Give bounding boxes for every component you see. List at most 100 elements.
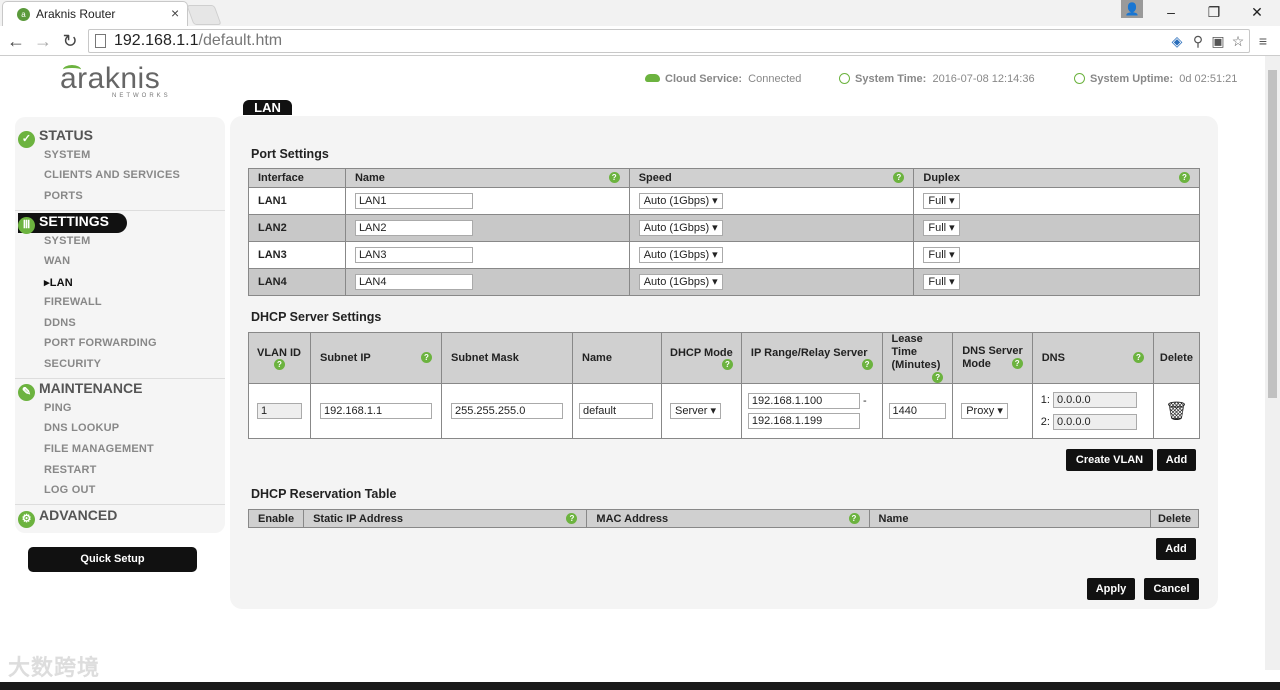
clock-icon xyxy=(839,73,850,84)
gear-icon: ⚙ xyxy=(18,511,35,528)
forward-icon[interactable]: → xyxy=(32,30,54,52)
column-header-subnet-mask: Subnet Mask xyxy=(441,332,573,384)
bookmark-star-icon[interactable]: ☆ xyxy=(1229,32,1247,50)
column-header-delete: Delete xyxy=(1152,332,1201,384)
sidebar-item-security[interactable]: SECURITY xyxy=(44,358,101,370)
help-icon[interactable]: ? xyxy=(1179,172,1190,183)
sidebar-item-ddns[interactable]: DDNS xyxy=(44,317,76,329)
help-icon[interactable]: ? xyxy=(1132,352,1144,363)
sidebar-item-label: LAN xyxy=(49,277,73,289)
sidebar-item-status-system[interactable]: SYSTEM xyxy=(44,149,90,161)
column-header-lease-time: Lease Time (Minutes)? xyxy=(881,332,954,384)
port-name-input[interactable]: LAN1 xyxy=(354,193,473,209)
sidebar-section-settings[interactable]: Ⅲ SETTINGS xyxy=(18,213,128,234)
help-icon[interactable]: ? xyxy=(1011,358,1023,369)
table-row: LAN4 LAN4 Auto (1Gbps) ▾ Full ▾ xyxy=(248,268,1200,296)
dns1-input[interactable]: 0.0.0.0 xyxy=(1052,392,1137,409)
cancel-button[interactable]: Cancel xyxy=(1144,578,1199,600)
apply-button[interactable]: Apply xyxy=(1087,578,1135,600)
duplex-select[interactable]: Full ▾ xyxy=(923,247,960,263)
create-vlan-button[interactable]: Create VLAN xyxy=(1066,449,1153,471)
port-name-input[interactable]: LAN3 xyxy=(354,247,473,263)
vlan-id-input[interactable]: 1 xyxy=(257,403,302,419)
sidebar-item-restart[interactable]: RESTART xyxy=(44,464,97,476)
back-icon[interactable]: ← xyxy=(5,30,27,52)
maximize-icon[interactable]: ❐ xyxy=(1199,2,1229,22)
help-icon[interactable]: ? xyxy=(721,358,733,370)
shield-extension-icon[interactable]: ◈ xyxy=(1168,32,1186,50)
sidebar-item-firewall[interactable]: FIREWALL xyxy=(44,296,102,308)
speed-select[interactable]: Auto (1Gbps) ▾ xyxy=(638,247,723,263)
system-time-label: System Time: xyxy=(855,73,927,85)
subnet-ip-input[interactable]: 192.168.1.1 xyxy=(320,403,432,419)
quick-setup-button[interactable]: Quick Setup xyxy=(28,547,197,572)
dhcp-mode-select[interactable]: Server ▾ xyxy=(670,403,721,419)
sidebar-item-settings-system[interactable]: SYSTEM xyxy=(44,235,90,247)
ip-range-end-input[interactable]: 192.168.1.199 xyxy=(747,413,860,430)
dns-mode-select[interactable]: Proxy ▾ xyxy=(961,403,1008,419)
reload-icon[interactable]: ↻ xyxy=(59,30,81,52)
duplex-select[interactable]: Full ▾ xyxy=(923,220,960,236)
section-label: MAINTENANCE xyxy=(39,380,143,396)
interface-cell: LAN3 xyxy=(248,241,346,269)
system-uptime-status: System Uptime: 0d 02:51:21 xyxy=(1074,73,1237,85)
add-vlan-button[interactable]: Add xyxy=(1157,449,1196,471)
close-tab-icon[interactable]: × xyxy=(171,5,179,21)
add-reservation-button[interactable]: Add xyxy=(1156,538,1196,560)
help-icon[interactable]: ? xyxy=(566,512,578,524)
minimize-icon[interactable]: – xyxy=(1156,2,1186,22)
address-bar[interactable]: 192.168.1.1/default.htm xyxy=(88,29,1250,53)
araknis-logo[interactable]: araknis NETWORKS xyxy=(60,62,180,102)
dhcp-name-input[interactable]: default xyxy=(579,403,653,419)
column-header-static-ip: Static IP Address? xyxy=(303,509,588,528)
column-header-name: Name? xyxy=(344,168,630,188)
cloud-service-label: Cloud Service: xyxy=(665,73,743,85)
sidebar-item-ports[interactable]: PORTS xyxy=(44,190,83,202)
sidebar-item-dns-lookup[interactable]: DNS LOOKUP xyxy=(44,422,119,434)
lease-time-input[interactable]: 1440 xyxy=(888,403,946,419)
sidebar-item-log-out[interactable]: LOG OUT xyxy=(44,484,96,496)
scrollbar-thumb[interactable] xyxy=(1268,70,1277,398)
url-host: 192.168.1.1 xyxy=(114,32,199,49)
help-icon[interactable]: ? xyxy=(861,358,873,370)
sidebar-section-status[interactable]: ✓ STATUS xyxy=(18,127,93,148)
sidebar-item-lan[interactable]: ▸LAN xyxy=(44,276,73,289)
sidebar-item-wan[interactable]: WAN xyxy=(44,255,70,267)
sidebar-item-ping[interactable]: PING xyxy=(44,402,72,414)
translate-extension-icon[interactable]: ▣ xyxy=(1209,32,1227,50)
close-window-icon[interactable]: ✕ xyxy=(1242,2,1272,22)
sidebar: ✓ STATUS SYSTEM CLIENTS AND SERVICES PORT… xyxy=(15,117,225,533)
duplex-select[interactable]: Full ▾ xyxy=(923,274,960,290)
column-header-dhcp-mode: DHCP Mode? xyxy=(661,332,742,384)
sidebar-section-advanced[interactable]: ⚙ ADVANCED xyxy=(18,507,118,528)
help-icon[interactable]: ? xyxy=(848,512,860,524)
duplex-select[interactable]: Full ▾ xyxy=(923,193,960,209)
sidebar-item-clients-and-services[interactable]: CLIENTS AND SERVICES xyxy=(44,169,180,181)
subnet-mask-input[interactable]: 255.255.255.0 xyxy=(451,403,563,419)
sidebar-item-port-forwarding[interactable]: PORT FORWARDING xyxy=(44,337,157,349)
key-extension-icon[interactable]: ⚲ xyxy=(1189,32,1207,50)
help-icon[interactable]: ? xyxy=(421,352,432,363)
dns2-input[interactable]: 0.0.0.0 xyxy=(1052,414,1137,431)
section-label: ADVANCED xyxy=(39,507,118,523)
speed-select[interactable]: Auto (1Gbps) ▾ xyxy=(638,274,723,290)
port-name-input[interactable]: LAN4 xyxy=(354,274,473,290)
araknis-favicon-icon: a xyxy=(17,8,30,21)
speed-select[interactable]: Auto (1Gbps) ▾ xyxy=(638,193,723,209)
help-icon[interactable]: ? xyxy=(893,172,905,183)
help-icon[interactable]: ? xyxy=(274,358,285,370)
ip-range-start-input[interactable]: 192.168.1.100 xyxy=(747,393,860,410)
sidebar-section-maintenance[interactable]: ✎ MAINTENANCE xyxy=(18,380,143,401)
system-time-status: System Time: 2016-07-08 12:14:36 xyxy=(839,73,1035,85)
column-header-mac-address: MAC Address? xyxy=(586,509,870,528)
speed-select[interactable]: Auto (1Gbps) ▾ xyxy=(638,220,723,236)
help-icon[interactable]: ? xyxy=(932,372,944,383)
menu-icon[interactable]: ≡ xyxy=(1254,32,1272,50)
port-name-input[interactable]: LAN2 xyxy=(354,220,473,236)
sidebar-item-file-management[interactable]: FILE MANAGEMENT xyxy=(44,443,154,455)
trash-icon[interactable]: 🗑 xyxy=(1165,401,1188,421)
help-icon[interactable]: ? xyxy=(608,172,620,183)
column-header-dns: DNS? xyxy=(1031,332,1154,384)
user-profile-icon[interactable]: 👤 xyxy=(1121,0,1143,18)
browser-tab[interactable]: a Araknis Router × xyxy=(2,1,188,26)
